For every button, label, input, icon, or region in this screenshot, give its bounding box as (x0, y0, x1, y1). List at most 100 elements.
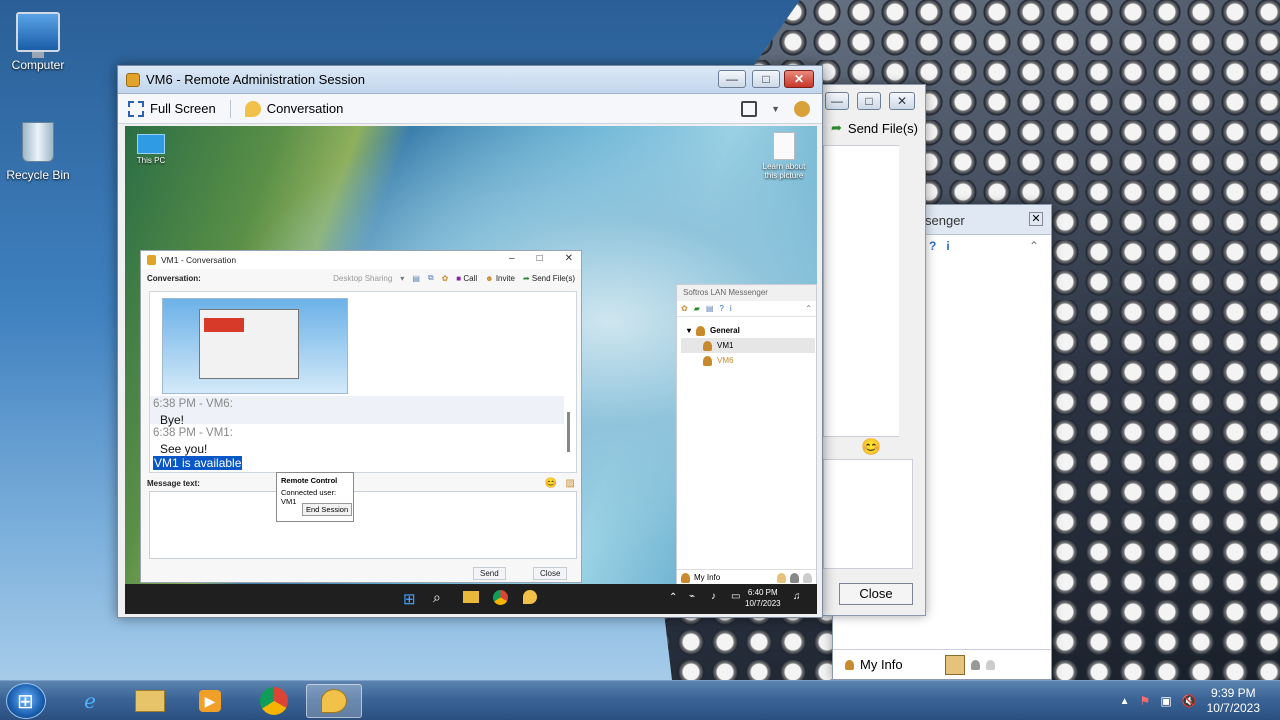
chevron-up-icon[interactable]: ⌃ (805, 304, 812, 313)
app-icon (126, 73, 140, 87)
app-icon (147, 255, 156, 265)
maximize-button[interactable]: □ (537, 253, 543, 264)
chevron-down-icon[interactable]: ▼ (771, 104, 780, 114)
notification-bell-icon[interactable]: ♫ (793, 591, 801, 602)
search-icon[interactable]: ⌕ (433, 589, 441, 606)
chevron-up-icon[interactable]: ⌃ (1029, 239, 1039, 253)
send-button[interactable]: Send (473, 567, 506, 580)
start-button[interactable] (6, 683, 46, 719)
status-available-icon[interactable] (944, 654, 965, 675)
conversation-label: Conversation (266, 101, 344, 116)
media-player-icon[interactable]: ▶ (182, 684, 238, 718)
minimize-button[interactable]: — (825, 92, 849, 110)
remote-icon-learn-about[interactable]: Learn about this picture (761, 132, 807, 180)
flag-icon[interactable]: ⚑ (1140, 694, 1151, 708)
close-icon[interactable]: ✕ (1029, 212, 1043, 226)
attach-icon[interactable]: ▨ (566, 478, 575, 489)
invite-button[interactable]: ☻ Invite (485, 274, 515, 283)
maximize-button[interactable]: □ (752, 70, 780, 88)
maximize-button[interactable]: □ (857, 92, 881, 110)
file-explorer-icon[interactable] (463, 591, 479, 603)
remote-session-window[interactable]: VM6 - Remote Administration Session — □ … (117, 65, 823, 618)
remote-icon-this-pc[interactable]: This PC (135, 134, 167, 165)
info-icon[interactable]: i (946, 239, 949, 253)
minimize-button[interactable]: — (718, 70, 746, 88)
display-icon[interactable]: ▭ (731, 591, 740, 602)
desktop-icon-label: Computer (11, 58, 65, 72)
file-explorer-icon[interactable] (122, 684, 178, 718)
info-icon[interactable]: i (730, 304, 732, 313)
background-conversation-window[interactable]: — □ ✕ ➦ Send File(s) 😊 Close (822, 84, 926, 616)
messenger-taskbar-icon[interactable] (523, 590, 537, 604)
status-away-icon[interactable] (790, 572, 799, 583)
call-button[interactable]: ■ Call (456, 274, 477, 283)
scrollbar[interactable] (567, 412, 570, 452)
close-button[interactable]: Close (839, 583, 913, 605)
message-input[interactable] (823, 459, 913, 569)
chevron-up-icon[interactable]: ⌃ (669, 592, 677, 603)
chrome-icon[interactable] (246, 684, 302, 718)
minimize-button[interactable]: – (509, 253, 515, 264)
status-offline-icon[interactable] (803, 572, 812, 583)
send-files-label[interactable]: Send File(s) (848, 121, 918, 136)
remote-clock[interactable]: 6:40 PM 10/7/2023 (745, 587, 781, 609)
status-message-selected[interactable]: VM1 is available (153, 456, 243, 470)
status-available-icon[interactable] (777, 572, 786, 583)
group-general[interactable]: ▾ General (681, 323, 815, 338)
send-files-button[interactable]: ➦ Send File(s) (523, 274, 575, 283)
close-button[interactable]: ✕ (889, 92, 915, 110)
clock-date: 10/7/2023 (1206, 701, 1260, 715)
my-info-label[interactable]: My Info (694, 573, 720, 582)
windows-start-icon[interactable]: ⊞ (403, 590, 416, 608)
emoji-icon[interactable]: 😊 (861, 437, 881, 457)
internet-explorer-icon[interactable]: ℯ (62, 684, 118, 718)
chevron-down-icon[interactable]: ▾ (400, 274, 404, 283)
end-session-button[interactable]: End Session (302, 503, 353, 516)
close-button[interactable]: ✕ (565, 253, 573, 264)
desktop-icon-recycle-bin[interactable]: Recycle Bin (0, 122, 76, 182)
clock[interactable]: 9:39 PM 10/7/2023 (1207, 686, 1260, 716)
volume-icon[interactable]: ♪ (711, 591, 716, 602)
send-files-label: Send File(s) (531, 273, 575, 283)
network-icon[interactable]: ⌁ (689, 591, 695, 602)
desktop-sharing-button[interactable]: Desktop Sharing (333, 274, 392, 283)
conversation-history[interactable]: 6:38 PM - VM6: Bye! 6:38 PM - VM1: See y… (149, 291, 577, 473)
remote-screen[interactable]: This PC Learn about this picture VM1 - C… (125, 126, 817, 614)
lan-messenger-taskbar-button[interactable] (306, 684, 362, 718)
emoji-icon[interactable]: 😊 (545, 478, 557, 489)
screenshot-thumbnail[interactable] (162, 298, 348, 394)
gear-icon[interactable]: ✿ (442, 274, 449, 283)
desktop-icon-computer[interactable]: Computer (0, 12, 76, 72)
full-screen-button[interactable]: Full Screen (128, 100, 216, 117)
network-icon[interactable]: ▣ (1160, 694, 1171, 708)
contact-name: VM1 (717, 341, 734, 350)
gear-icon[interactable]: ✿ (681, 304, 688, 313)
history-icon[interactable]: ▤ (412, 274, 420, 283)
copy-icon[interactable]: ⧉ (428, 273, 434, 283)
message-input[interactable] (149, 491, 577, 559)
chevron-down-icon[interactable]: ▾ (687, 326, 691, 335)
close-button[interactable]: ✕ (784, 70, 814, 88)
folder-icon[interactable]: ▰ (694, 304, 700, 313)
user-icon (845, 659, 854, 670)
invite-label: Invite (495, 273, 515, 283)
gear-icon[interactable] (794, 100, 810, 117)
conversation-window[interactable]: VM1 - Conversation – □ ✕ Conversation: D… (140, 250, 582, 583)
chrome-icon[interactable] (493, 590, 508, 605)
remote-control-popup: Remote Control Connected user: VM1 End S… (276, 472, 354, 522)
conversation-button[interactable]: Conversation (244, 100, 344, 117)
status-away-icon[interactable] (970, 659, 980, 670)
volume-muted-icon[interactable]: 🔇 (1182, 694, 1197, 708)
my-info-label[interactable]: My Info (860, 657, 903, 672)
monitor-icon[interactable] (741, 100, 758, 117)
status-offline-icon[interactable] (985, 659, 995, 670)
help-icon[interactable]: ? (719, 304, 723, 313)
contact-item[interactable]: VM6 (681, 353, 815, 368)
scrollbar[interactable] (899, 145, 913, 437)
history-icon[interactable]: ▤ (706, 304, 714, 313)
chevron-up-icon[interactable]: ▲ (1120, 696, 1130, 707)
contact-item[interactable]: VM1 (681, 338, 815, 353)
remote-lan-messenger[interactable]: Softros LAN Messenger ✿ ▰ ▤ ? i ⌃ ▾ Gene… (676, 284, 817, 586)
close-button[interactable]: Close (533, 567, 568, 580)
help-icon[interactable]: ? (929, 239, 936, 253)
